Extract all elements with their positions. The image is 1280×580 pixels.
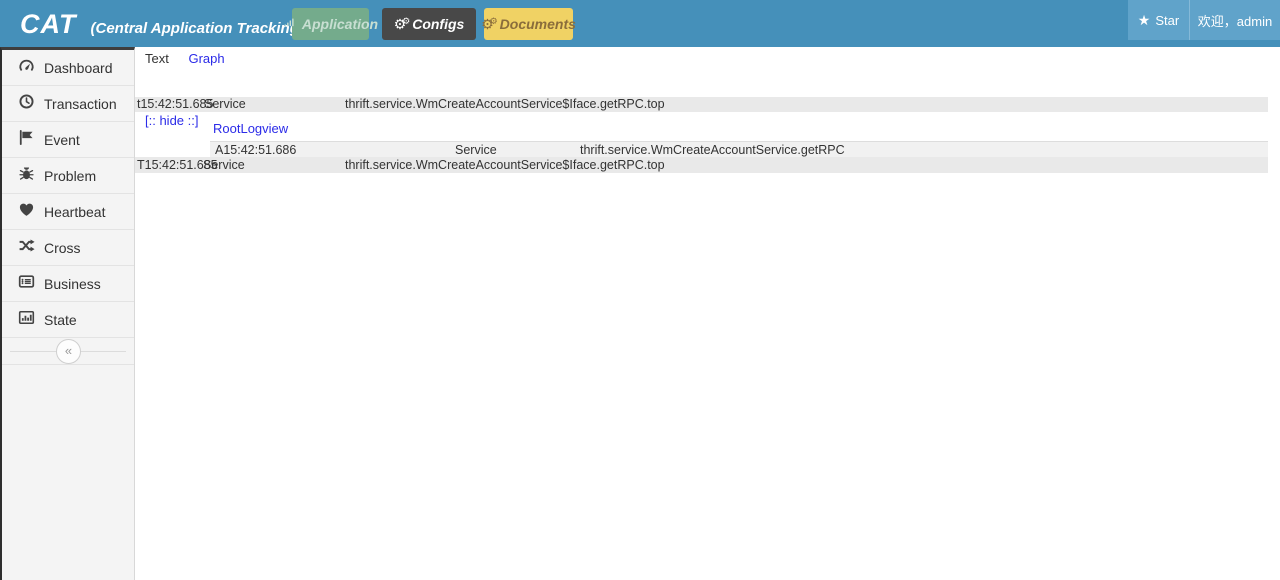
gears-icon: ⚙ ⚙ — [481, 16, 498, 32]
heart-icon — [18, 201, 35, 223]
log-time: t15:42:51.685 — [137, 97, 214, 111]
sidebar-item-label: Business — [44, 275, 101, 292]
chevron-left-double-icon[interactable]: « — [56, 339, 81, 364]
bug-icon — [18, 165, 35, 187]
shuffle-icon — [18, 237, 35, 259]
configs-button[interactable]: ⚙ ⚙ Configs — [382, 8, 476, 40]
sidebar-item-state[interactable]: State — [2, 302, 134, 338]
bar-chart-icon — [18, 309, 35, 331]
dashboard-icon — [18, 57, 35, 79]
sidebar-item-label: Problem — [44, 167, 97, 184]
sidebar: Dashboard Transaction Event Problem Hear… — [0, 47, 135, 580]
log-type: Service — [203, 158, 245, 172]
log-type: Service — [204, 97, 246, 111]
star-label: Star — [1155, 12, 1180, 28]
documents-button-label: Documents — [499, 16, 576, 32]
logo-subtitle: (Central Application Tracking) — [90, 20, 304, 37]
sidebar-item-label: Heartbeat — [44, 203, 106, 220]
sidebar-item-heartbeat[interactable]: Heartbeat — [2, 194, 134, 230]
sidebar-item-cross[interactable]: Cross — [2, 230, 134, 266]
sidebar-item-label: Transaction — [44, 95, 117, 112]
log-name: thrift.service.WmCreateAccountService.ge… — [580, 143, 845, 157]
log-time: A15:42:51.686 — [215, 143, 297, 157]
sidebar-item-transaction[interactable]: Transaction — [2, 86, 134, 122]
log-row-summary[interactable]: T15:42:51.685 Service thrift.service.WmC… — [135, 157, 1268, 173]
sidebar-item-dashboard[interactable]: Dashboard — [2, 50, 134, 86]
sidebar-item-label: Event — [44, 131, 80, 148]
sidebar-item-problem[interactable]: Problem — [2, 158, 134, 194]
documents-button[interactable]: ⚙ ⚙ Documents — [481, 8, 576, 40]
log-type: Service — [455, 143, 497, 157]
list-icon — [18, 273, 35, 295]
star-button[interactable]: ★ Star — [1128, 0, 1190, 40]
log-row-root[interactable]: t15:42:51.685 Service thrift.service.WmC… — [135, 97, 1268, 112]
logview-content: Text Graph t15:42:51.685 Service thrift.… — [135, 47, 1280, 580]
sidebar-item-label: State — [44, 311, 77, 328]
signal-bars-icon — [283, 16, 296, 32]
configs-button-label: Configs — [412, 16, 465, 32]
star-icon: ★ — [1137, 12, 1151, 28]
clock-icon — [18, 93, 35, 115]
sidebar-item-business[interactable]: Business — [2, 266, 134, 302]
top-header: CAT (Central Application Tracking) Appli… — [0, 0, 1280, 47]
sidebar-collapse-button[interactable]: « — [2, 338, 134, 365]
logo-text: CAT — [20, 9, 77, 39]
tab-text[interactable]: Text — [145, 51, 169, 66]
app-logo: CAT (Central Application Tracking) — [20, 0, 304, 47]
application-button-label: Application — [301, 16, 379, 32]
application-button[interactable]: Application — [284, 8, 378, 40]
hide-link[interactable]: [:: hide ::] — [145, 113, 198, 128]
log-name: thrift.service.WmCreateAccountService$If… — [345, 158, 665, 172]
view-mode-tabs: Text Graph — [145, 51, 225, 66]
log-name: thrift.service.WmCreateAccountService$If… — [345, 97, 665, 111]
log-row-nested[interactable]: A15:42:51.686 Service thrift.service.WmC… — [210, 141, 1268, 157]
rootlogview-link[interactable]: RootLogview — [213, 121, 288, 136]
user-box: ★ Star 欢迎，admin — [1128, 0, 1280, 40]
welcome-admin-link[interactable]: 欢迎，admin — [1190, 11, 1280, 30]
flag-icon — [18, 129, 35, 151]
gears-icon: ⚙ ⚙ — [393, 16, 411, 32]
sidebar-item-label: Cross — [44, 239, 81, 256]
tab-graph[interactable]: Graph — [188, 51, 224, 66]
sidebar-item-event[interactable]: Event — [2, 122, 134, 158]
sidebar-item-label: Dashboard — [44, 59, 113, 76]
